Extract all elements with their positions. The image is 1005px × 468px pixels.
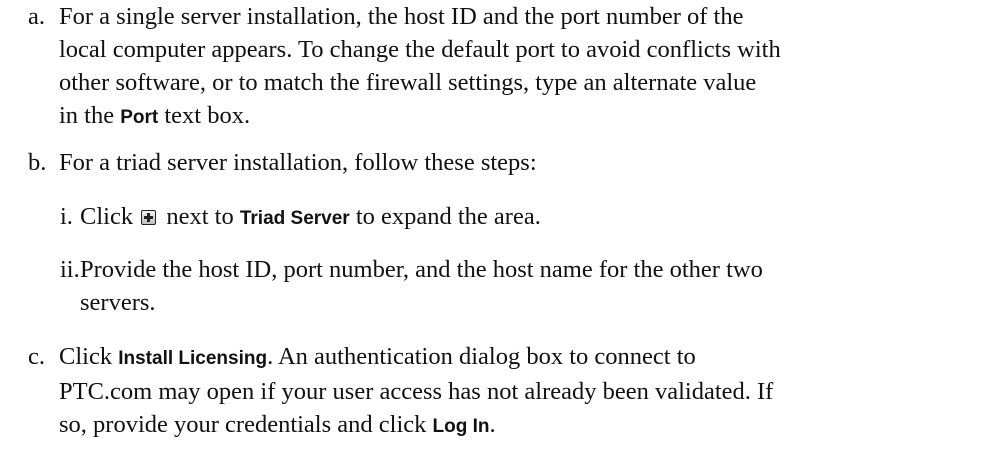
port-ui-label: Port — [120, 107, 159, 128]
substep-ii-marker: ii. — [60, 256, 80, 283]
step-a-line-3: other software, or to match the firewall… — [59, 69, 757, 96]
install-licensing-ui-label: Install Licensing — [118, 348, 268, 369]
step-c-line-3: so, provide your credentials and click L… — [59, 411, 496, 438]
substep-i-marker: i. — [60, 203, 73, 230]
step-c-text: Click Install Licensing. An authenticati… — [59, 340, 1005, 443]
step-b-marker: b. — [28, 149, 47, 176]
step-a-line-2: local computer appears. To change the de… — [59, 36, 781, 63]
expand-plus-icon — [141, 210, 157, 225]
substep-ii-text: Provide the host ID, port number, and th… — [80, 253, 1005, 319]
substep-ii-line-1: Provide the host ID, port number, and th… — [80, 256, 763, 283]
step-a-line-1: For a single server installation, the ho… — [59, 3, 744, 30]
step-c-line-2: PTC.com may open if your user access has… — [59, 378, 774, 405]
substep-i-text: Click next to Triad Server to expand the… — [80, 203, 541, 230]
step-a-text: For a single server installation, the ho… — [59, 0, 1005, 134]
step-a-line-4: in the Port text box. — [59, 102, 251, 129]
step-c-line-1: Click Install Licensing. An authenticati… — [59, 343, 696, 370]
substep-ii-line-2: servers. — [80, 289, 156, 316]
step-c-marker: c. — [28, 343, 45, 370]
step-b-text: For a triad server installation, follow … — [59, 149, 537, 176]
log-in-ui-label: Log In — [432, 416, 490, 437]
step-a-marker: a. — [28, 3, 45, 30]
triad-server-ui-label: Triad Server — [239, 208, 350, 229]
